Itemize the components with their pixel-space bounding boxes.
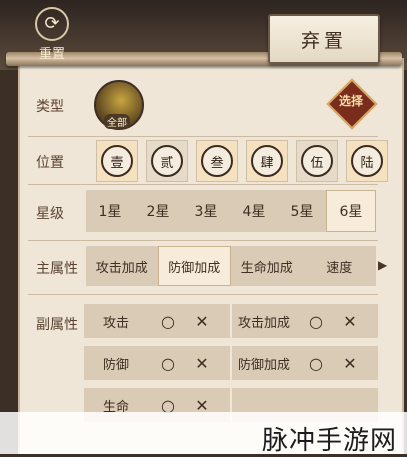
exclude-icon[interactable]: ✕ — [336, 354, 364, 373]
star-6[interactable]: 6星 — [326, 190, 376, 232]
divider — [28, 294, 378, 295]
position-3[interactable]: 叁 — [196, 140, 238, 182]
sub-attr-attack-pct: 攻击加成 ○ ✕ — [232, 304, 378, 338]
star-5[interactable]: 5星 — [278, 190, 326, 232]
divider — [28, 136, 378, 137]
sub-attr-attack: 攻击 ○ ✕ — [84, 304, 230, 338]
reset-button[interactable]: ⟳ 重置 — [30, 7, 74, 62]
star-label: 星级 — [36, 206, 64, 222]
exclude-icon[interactable]: ✕ — [336, 312, 364, 331]
position-4[interactable]: 肆 — [246, 140, 288, 182]
star-4[interactable]: 4星 — [230, 190, 278, 232]
watermark-text: 脉冲手游网 — [261, 426, 397, 456]
position-label: 位置 — [36, 155, 64, 171]
reset-label: 重置 — [38, 47, 65, 62]
position-5[interactable]: 伍 — [296, 140, 338, 182]
exclude-icon[interactable]: ✕ — [188, 354, 216, 373]
include-icon[interactable]: ○ — [302, 312, 330, 331]
main-attr-speed[interactable]: 速度 — [303, 246, 376, 286]
include-icon[interactable]: ○ — [302, 354, 330, 373]
scroll-right-icon[interactable]: ▶ — [378, 258, 387, 272]
position-6[interactable]: 陆 — [346, 140, 388, 182]
star-3[interactable]: 3星 — [182, 190, 230, 232]
main-attr-defense[interactable]: 防御加成 — [157, 246, 231, 286]
main-attr-label: 主属性 — [36, 261, 78, 277]
position-2[interactable]: 贰 — [146, 140, 188, 182]
exclude-icon[interactable]: ✕ — [188, 312, 216, 331]
discard-button[interactable]: 弃置 — [268, 14, 380, 64]
type-all-caption: 全部 — [104, 114, 130, 129]
sub-attr-defense: 防御 ○ ✕ — [84, 346, 230, 380]
star-1[interactable]: 1星 — [86, 190, 134, 232]
type-label: 类型 — [36, 99, 64, 115]
sub-attr-defense-pct: 防御加成 ○ ✕ — [232, 346, 378, 380]
main-attr-attack[interactable]: 攻击加成 — [86, 246, 158, 286]
star-selector: 1星 2星 3星 4星 5星 6星 — [86, 190, 376, 232]
main-attr-selector: 攻击加成 防御加成 生命加成 速度 — [86, 246, 376, 286]
include-icon[interactable]: ○ — [154, 354, 182, 373]
star-2[interactable]: 2星 — [134, 190, 182, 232]
divider — [28, 240, 378, 241]
position-1[interactable]: 壹 — [96, 140, 138, 182]
main-attr-life[interactable]: 生命加成 — [231, 246, 303, 286]
sub-attr-label: 副属性 — [36, 317, 78, 333]
refresh-icon: ⟳ — [35, 7, 69, 41]
include-icon[interactable]: ○ — [154, 312, 182, 331]
select-label: 选择 — [338, 94, 363, 108]
divider — [28, 184, 378, 185]
